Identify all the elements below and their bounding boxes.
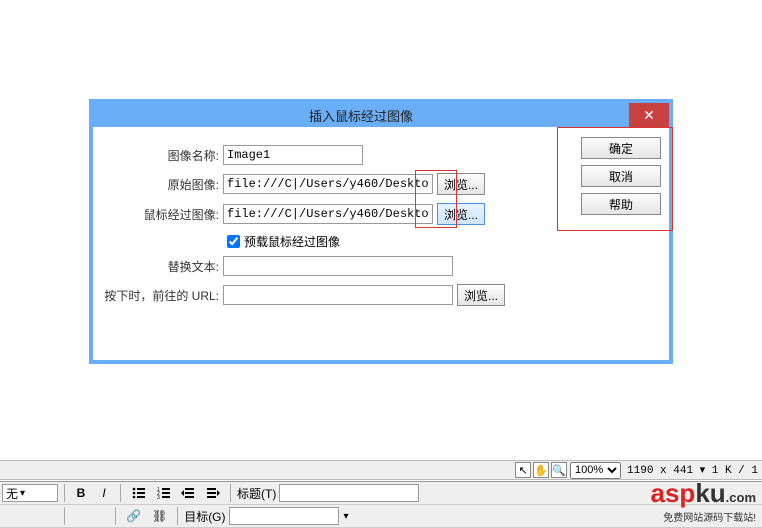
title-input[interactable] [279, 484, 419, 502]
cancel-button[interactable]: 取消 [581, 165, 661, 187]
dimensions-readout: 1190 x 441 ▾ 1 K / 1 [627, 463, 758, 477]
dialog-buttons: 确定 取消 帮助 [573, 127, 669, 360]
target-input[interactable] [229, 507, 339, 525]
unlink-icon[interactable]: ⛓ [148, 507, 171, 525]
italic-button[interactable]: I [94, 484, 114, 502]
indent-button[interactable] [202, 484, 224, 502]
link-icon[interactable]: 🔗 [122, 507, 145, 525]
format-none-select[interactable]: 无▾ [2, 484, 58, 502]
onclick-url-label: 按下时，前往的 URL: [103, 287, 223, 304]
help-button[interactable]: 帮助 [581, 193, 661, 215]
browse-rollover-button[interactable]: 浏览... [437, 203, 485, 225]
title-label: 标题(T) [237, 485, 276, 502]
dialog-title: 插入鼠标经过图像 [93, 106, 629, 125]
insert-rollover-image-dialog: 插入鼠标经过图像 ✕ 图像名称: 原始图像: 浏览... 鼠标经过图像: 浏览.… [89, 99, 673, 364]
ol-button[interactable]: 123 [152, 484, 174, 502]
target-label: 目标(G) [184, 508, 225, 525]
ul-button[interactable] [127, 484, 149, 502]
browse-original-button[interactable]: 浏览... [437, 173, 485, 195]
status-bar: ↖ ✋ 🔍 100% 1190 x 441 ▾ 1 K / 1 [0, 460, 762, 480]
rollover-image-label: 鼠标经过图像: [103, 206, 223, 223]
original-image-input[interactable] [223, 174, 433, 194]
browse-url-button[interactable]: 浏览... [457, 284, 505, 306]
close-button[interactable]: ✕ [629, 103, 669, 127]
pointer-tool-icon[interactable]: ↖ [515, 462, 531, 478]
properties-toolbar: 无▾ B I 123 标题(T) 🔗 ⛓ 目标(G) ▾ [0, 481, 762, 527]
preload-checkbox[interactable] [227, 235, 240, 248]
zoom-select[interactable]: 100% [570, 462, 621, 479]
dialog-titlebar[interactable]: 插入鼠标经过图像 ✕ [93, 103, 669, 127]
ok-button[interactable]: 确定 [581, 137, 661, 159]
outdent-button[interactable] [177, 484, 199, 502]
alt-text-label: 替换文本: [103, 258, 223, 275]
onclick-url-input[interactable] [223, 285, 453, 305]
preload-label: 预载鼠标经过图像 [244, 233, 340, 250]
chevron-down-icon: ▾ [20, 488, 25, 499]
watermark-logo: aspku.com 免费网站源码下载站! [651, 478, 757, 524]
svg-text:3: 3 [157, 495, 160, 500]
rollover-image-input[interactable] [223, 204, 433, 224]
chevron-down-icon[interactable]: ▾ [344, 511, 349, 522]
hand-tool-icon[interactable]: ✋ [533, 462, 549, 478]
image-name-label: 图像名称: [103, 147, 223, 164]
bold-button[interactable]: B [71, 484, 91, 502]
original-image-label: 原始图像: [103, 176, 223, 193]
dialog-form: 图像名称: 原始图像: 浏览... 鼠标经过图像: 浏览... 预载鼠标经过图像… [93, 127, 573, 360]
alt-text-input[interactable] [223, 256, 453, 276]
image-name-input[interactable] [223, 145, 363, 165]
zoom-tool-icon[interactable]: 🔍 [551, 462, 567, 478]
